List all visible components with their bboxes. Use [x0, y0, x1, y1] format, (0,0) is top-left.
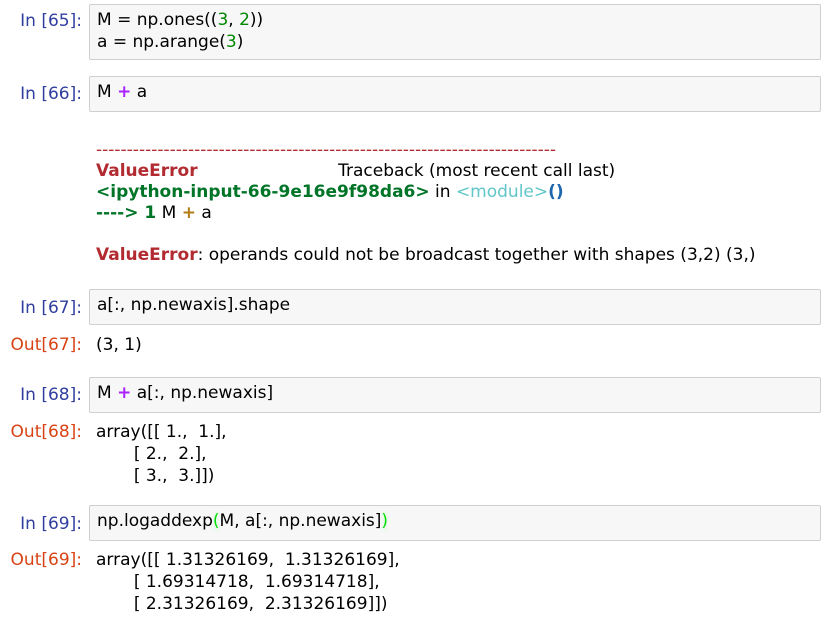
code-cell-input[interactable]: M + a[:, np.newaxis] — [89, 377, 821, 413]
line-operator: + — [181, 203, 196, 223]
code-text: a = np.arange( — [97, 32, 226, 52]
output-prompt: Out[68]: — [10, 422, 82, 442]
code-cell-input[interactable]: np.logaddexp(M, a[:, np.newaxis]) — [89, 505, 821, 541]
input-prompt: In [66]: — [20, 84, 82, 104]
code-text: np.logaddexp — [97, 511, 213, 531]
code-text: a[:, np.newaxis] — [131, 383, 274, 403]
code-text: , — [228, 10, 240, 30]
code-cell-input[interactable]: a[:, np.newaxis].shape — [89, 289, 821, 325]
error-output: ----------------------------------------… — [96, 119, 821, 266]
code-cell-input[interactable]: M = np.ones((3, 2)) a = np.arange(3) — [89, 4, 821, 60]
input-prompt: In [68]: — [20, 385, 82, 405]
code-text: a — [131, 82, 148, 102]
output-line: [ 3., 3.]]) — [96, 466, 215, 486]
output-line: [ 2.31326169, 2.31326169]]) — [96, 594, 388, 614]
code-operator: + — [117, 383, 132, 403]
error-message-name: ValueError — [96, 245, 198, 265]
output-line: [ 2., 2.], — [96, 444, 207, 464]
input-prompt: In [65]: — [20, 11, 82, 31]
in-word: in — [429, 182, 456, 202]
code-number: 3 — [225, 32, 237, 52]
traceback-label: Traceback (most recent call last) — [338, 161, 616, 181]
code-text: M = np.ones(( — [97, 10, 218, 30]
line-arrow: ----> 1 — [96, 203, 157, 223]
output-line: array([[ 1., 1.], — [96, 422, 227, 442]
error-message: : operands could not be broadcast togeth… — [197, 245, 761, 265]
input-prompt: In [67]: — [20, 298, 82, 318]
output-prompt: Out[69]: — [10, 550, 82, 570]
line-code: M — [156, 203, 182, 223]
code-number: 3 — [217, 10, 229, 30]
output-line: array([[ 1.31326169, 1.31326169], — [96, 550, 400, 570]
code-operator: + — [117, 82, 132, 102]
code-number: 2 — [239, 10, 250, 30]
error-name: ValueError — [96, 161, 198, 181]
code-text: ) — [236, 32, 244, 52]
code-text: )) — [249, 10, 264, 30]
code-cell-input[interactable]: M + a — [89, 76, 821, 112]
code-text: M, a[:, np.newaxis] — [219, 511, 382, 531]
module-name: <module> — [455, 182, 549, 202]
module-parens: () — [548, 182, 564, 202]
cell-output: array([[ 1., 1.], [ 2., 2.], [ 3., 3.]]) — [96, 421, 821, 487]
matched-paren: ) — [381, 511, 389, 531]
output-prompt: Out[67]: — [10, 335, 82, 355]
input-prompt: In [69]: — [20, 514, 82, 534]
cell-output: (3, 1) — [96, 335, 142, 355]
code-text: M — [97, 383, 118, 403]
code-text: a[:, np.newaxis].shape — [97, 295, 291, 315]
input-reference: <ipython-input-66-9e16e9f98da6> — [96, 182, 430, 202]
code-text: M — [97, 82, 118, 102]
cell-output: array([[ 1.31326169, 1.31326169], [ 1.69… — [96, 549, 821, 615]
traceback-separator: ----------------------------------------… — [96, 140, 557, 160]
line-code: a — [195, 203, 212, 223]
output-line: [ 1.69314718, 1.69314718], — [96, 572, 380, 592]
matched-paren: ( — [212, 511, 220, 531]
